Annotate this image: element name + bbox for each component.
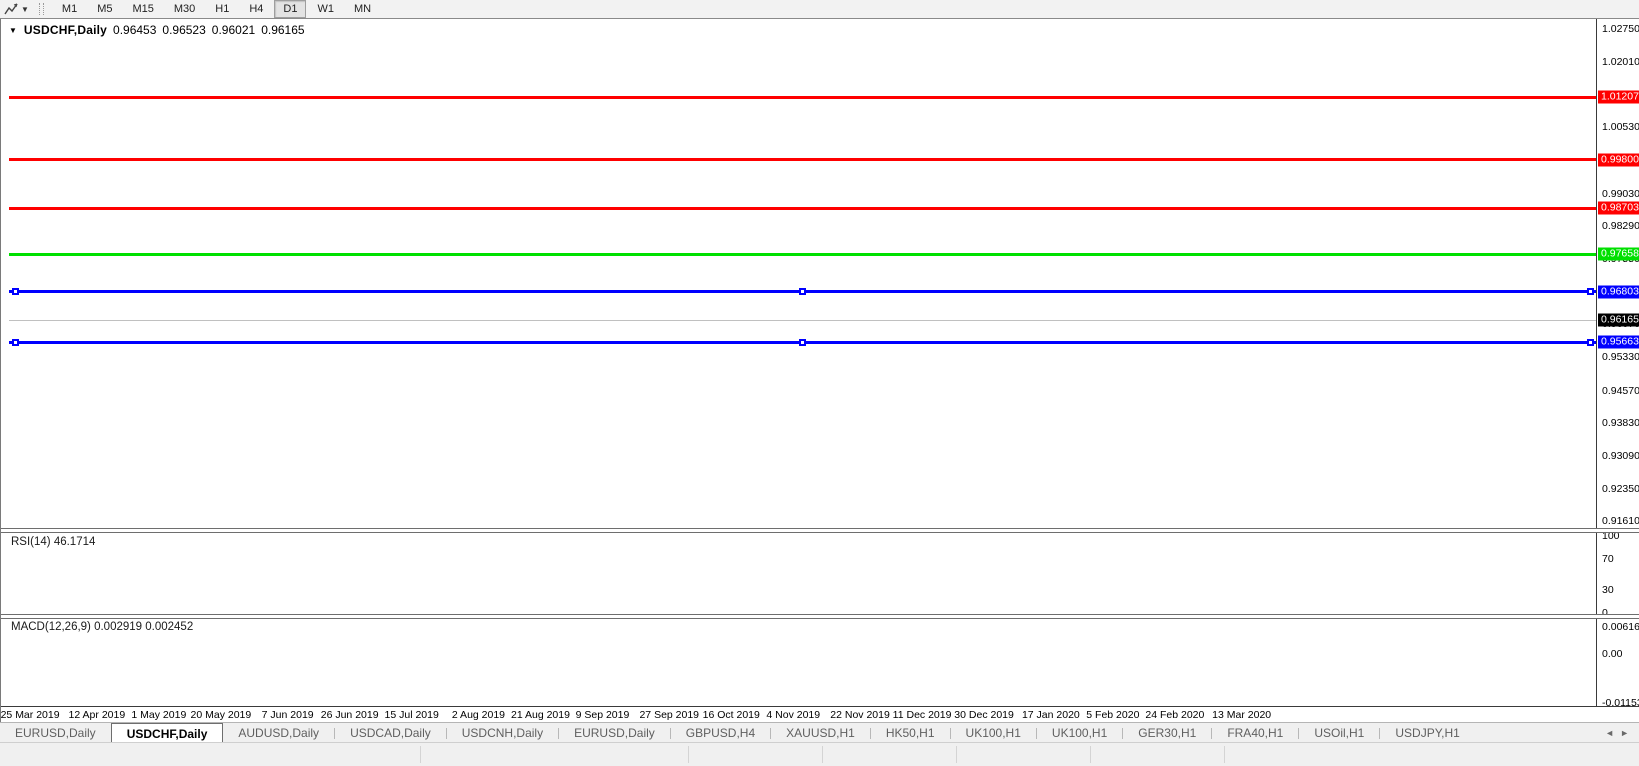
chart-tab-EURUSD-Daily[interactable]: EURUSD,Daily [0, 723, 111, 743]
price-level-label: 0.97658 [1598, 248, 1639, 261]
date-tick-label: 25 Mar 2019 [1, 709, 60, 721]
chart-overlays: 1.01207 0.99800 0.98703 0.97658 0.96803 0.956… [1, 0, 1639, 765]
status-pane-divider [822, 746, 823, 763]
price-level-label: 0.98703 [1598, 202, 1639, 215]
status-pane-divider [688, 746, 689, 763]
date-tick-label: 16 Oct 2019 [703, 709, 760, 721]
status-pane-divider [420, 746, 421, 763]
date-tick-label: 26 Jun 2019 [321, 709, 379, 721]
chart-tab-USDJPY-H1[interactable]: USDJPY,H1 [1380, 723, 1474, 743]
line-handle[interactable] [12, 339, 19, 346]
rsi-indicator-label: RSI(14) 46.1714 [11, 536, 95, 548]
ohlc-low: 0.96021 [212, 23, 255, 37]
timeframe-button-M15[interactable]: M15 [123, 0, 162, 18]
line-handle[interactable] [1587, 288, 1594, 295]
price-level-label: 0.99800 [1598, 153, 1639, 166]
tab-scroll-left-icon[interactable]: ◄ [1605, 728, 1614, 738]
status-pane-divider [956, 746, 957, 763]
date-tick-label: 12 Apr 2019 [69, 709, 126, 721]
date-tick-label: 30 Dec 2019 [954, 709, 1014, 721]
chart-tab-USDCAD-Daily[interactable]: USDCAD,Daily [335, 723, 446, 743]
timeframe-button-D1[interactable]: D1 [274, 0, 306, 18]
chart-tab-USDCNH-Daily[interactable]: USDCNH,Daily [447, 723, 558, 743]
date-tick-label: 5 Feb 2020 [1086, 709, 1139, 721]
date-tick-label: 7 Jun 2019 [262, 709, 314, 721]
timeframe-button-M30[interactable]: M30 [165, 0, 204, 18]
current-price-label: 0.96165 [1598, 314, 1639, 327]
timeframe-button-M1[interactable]: M1 [53, 0, 86, 18]
date-tick-label: 17 Jan 2020 [1022, 709, 1080, 721]
line-handle[interactable] [12, 288, 19, 295]
timeframe-buttons: M1M5M15M30H1H4D1W1MN [52, 0, 381, 18]
chart-tools-caret-icon[interactable]: ▼ [21, 5, 29, 14]
price-level-label: 0.96803 [1598, 285, 1639, 298]
chart-tab-bar: EURUSD,DailyUSDCHF,DailyAUDUSD,DailyUSDC… [0, 722, 1639, 743]
line-handle[interactable] [799, 339, 806, 346]
price-level-label: 0.95663 [1598, 336, 1639, 349]
tab-scroll-arrows: ◄► [1605, 723, 1639, 743]
date-tick-label: 4 Nov 2019 [766, 709, 820, 721]
chart-menu-icon[interactable]: ▼ [9, 26, 17, 35]
chart-tab-GBPUSD-H4[interactable]: GBPUSD,H4 [671, 723, 770, 743]
price-level-line-0.98703[interactable] [9, 207, 1596, 210]
price-level-label: 1.01207 [1598, 91, 1639, 104]
timeframe-toolbar: ▼ M1M5M15M30H1H4D1W1MN [0, 0, 1639, 19]
macd-indicator-label: MACD(12,26,9) 0.002919 0.002452 [11, 621, 193, 633]
chart-title: ▼ USDCHF,Daily 0.96453 0.96523 0.96021 0… [9, 23, 305, 37]
chart-tab-USDCHF-Daily[interactable]: USDCHF,Daily [111, 723, 224, 743]
date-tick-label: 20 May 2019 [191, 709, 252, 721]
chart-tab-USOil-H1[interactable]: USOil,H1 [1299, 723, 1379, 743]
chart-tab-GER30-H1[interactable]: GER30,H1 [1123, 723, 1211, 743]
date-tick-label: 2 Aug 2019 [452, 709, 505, 721]
date-tick-label: 27 Sep 2019 [639, 709, 699, 721]
date-tick-label: 15 Jul 2019 [385, 709, 439, 721]
date-tick-label: 22 Nov 2019 [830, 709, 890, 721]
date-axis[interactable]: 25 Mar 2019 12 Apr 2019 1 May 2019 20 May 2… [1, 706, 1639, 723]
date-tick-label: 1 May 2019 [131, 709, 186, 721]
chart-window: ▼ USDCHF,Daily 0.96453 0.96523 0.96021 0… [0, 19, 1639, 722]
date-tick-label: 21 Aug 2019 [511, 709, 570, 721]
price-level-line-1.01207[interactable] [9, 96, 1596, 99]
line-handle[interactable] [1587, 339, 1594, 346]
date-tick-label: 9 Sep 2019 [576, 709, 630, 721]
tab-scroll-right-icon[interactable]: ► [1620, 728, 1629, 738]
line-handle[interactable] [799, 288, 806, 295]
chart-tab-UK100-H1[interactable]: UK100,H1 [951, 723, 1036, 743]
status-pane-divider [1090, 746, 1091, 763]
status-bar [0, 742, 1639, 766]
chart-tab-XAUUSD-H1[interactable]: XAUUSD,H1 [771, 723, 870, 743]
mt4-application: ▼ M1M5M15M30H1H4D1W1MN ▼ USDCHF,Daily 0.… [0, 0, 1639, 765]
toolbar-grip[interactable] [39, 3, 44, 15]
chart-tab-UK100-H1[interactable]: UK100,H1 [1037, 723, 1122, 743]
chart-tools-icon[interactable] [4, 3, 19, 16]
timeframe-button-H4[interactable]: H4 [240, 0, 272, 18]
ohlc-open: 0.96453 [113, 23, 156, 37]
date-tick-label: 11 Dec 2019 [893, 709, 952, 721]
current-price-line [9, 320, 1596, 321]
timeframe-button-W1[interactable]: W1 [308, 0, 343, 18]
timeframe-button-H1[interactable]: H1 [206, 0, 238, 18]
status-pane-divider [1224, 746, 1225, 763]
ohlc-close: 0.96165 [261, 23, 304, 37]
timeframe-button-MN[interactable]: MN [345, 0, 380, 18]
chart-tab-EURUSD-Daily[interactable]: EURUSD,Daily [559, 723, 670, 743]
timeframe-button-M5[interactable]: M5 [88, 0, 121, 18]
chart-symbol-label: USDCHF,Daily [24, 23, 107, 37]
chart-tab-AUDUSD-Daily[interactable]: AUDUSD,Daily [223, 723, 334, 743]
date-tick-label: 13 Mar 2020 [1212, 709, 1271, 721]
chart-tab-HK50-H1[interactable]: HK50,H1 [871, 723, 950, 743]
chart-tab-FRA40-H1[interactable]: FRA40,H1 [1212, 723, 1298, 743]
price-level-line-0.99800[interactable] [9, 158, 1596, 161]
ohlc-high: 0.96523 [162, 23, 205, 37]
date-tick-label: 24 Feb 2020 [1145, 709, 1204, 721]
price-level-line-0.97658[interactable] [9, 253, 1596, 256]
